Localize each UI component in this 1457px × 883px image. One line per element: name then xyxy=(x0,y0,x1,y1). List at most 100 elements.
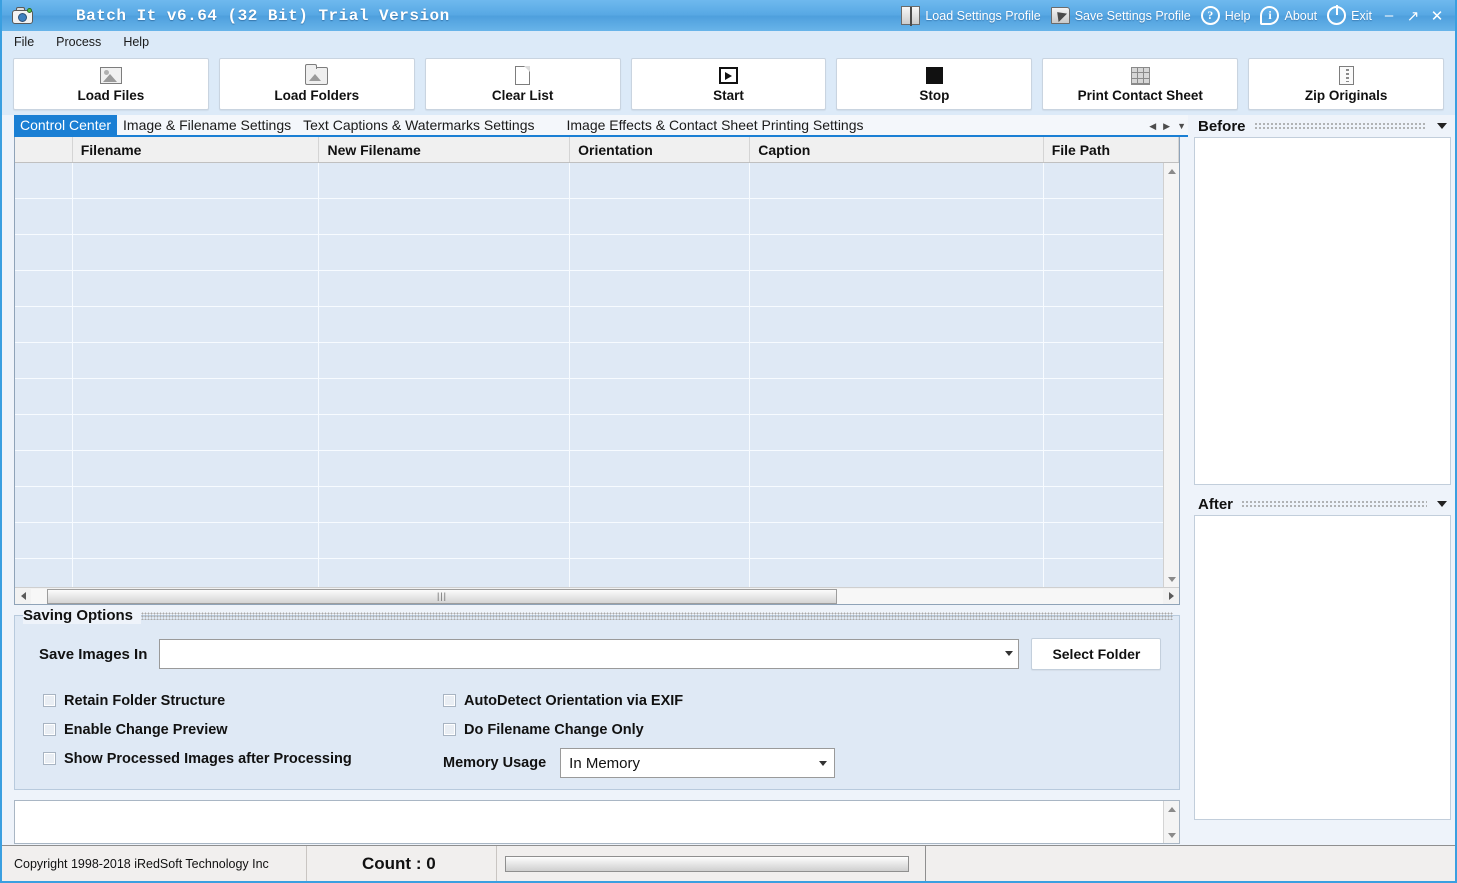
tab-next-icon[interactable]: ▶ xyxy=(1163,121,1170,132)
log-text-area[interactable] xyxy=(15,801,1163,843)
table-row[interactable] xyxy=(15,307,1179,343)
column-header-new-filename[interactable]: New Filename xyxy=(319,137,571,162)
about-label: About xyxy=(1284,8,1318,23)
saving-options-checkbox-area: Retain Folder Structure Enable Change Pr… xyxy=(15,670,1179,780)
chevron-down-icon[interactable] xyxy=(1437,501,1447,507)
start-label: Start xyxy=(713,87,744,103)
table-row[interactable] xyxy=(15,235,1179,271)
status-extra-panel xyxy=(925,846,1455,881)
menu-help[interactable]: Help xyxy=(123,35,149,49)
tab-text-captions-watermarks-settings[interactable]: Text Captions & Watermarks Settings xyxy=(297,115,540,135)
table-vertical-scrollbar[interactable] xyxy=(1163,163,1179,587)
table-row[interactable] xyxy=(15,487,1179,523)
checkbox-icon[interactable] xyxy=(43,752,56,765)
table-horizontal-scrollbar[interactable]: ||| xyxy=(15,587,1179,604)
memory-usage-value: In Memory xyxy=(569,754,641,772)
about-button[interactable]: i About xyxy=(1255,0,1322,31)
tab-list-menu-icon[interactable]: ▼ xyxy=(1177,121,1186,131)
scroll-left-icon[interactable] xyxy=(15,588,31,604)
save-settings-profile-button[interactable]: Save Settings Profile xyxy=(1046,0,1196,31)
load-folders-button[interactable]: Load Folders xyxy=(218,58,415,110)
save-settings-profile-label: Save Settings Profile xyxy=(1074,8,1191,23)
hscroll-thumb[interactable]: ||| xyxy=(47,588,837,604)
tab-image-effects-contact-sheet-printing-settings[interactable]: Image Effects & Contact Sheet Printing S… xyxy=(560,115,869,135)
close-button[interactable]: ✕ xyxy=(1425,0,1449,31)
select-folder-button[interactable]: Select Folder xyxy=(1031,638,1162,670)
table-row[interactable] xyxy=(15,451,1179,487)
load-settings-profile-button[interactable]: Load Settings Profile xyxy=(896,0,1045,31)
checkbox-autodetect-orientation-via-exif[interactable]: AutoDetect Orientation via EXIF xyxy=(443,686,1179,715)
scroll-up-icon[interactable] xyxy=(1164,801,1180,817)
scroll-right-icon[interactable] xyxy=(1163,588,1179,604)
zip-originals-label: Zip Originals xyxy=(1304,87,1388,103)
clear-list-button[interactable]: Clear List xyxy=(424,58,621,110)
table-row[interactable] xyxy=(15,523,1179,559)
maximize-button[interactable]: ↗ xyxy=(1401,0,1425,31)
scroll-up-icon[interactable] xyxy=(1164,163,1180,179)
checkbox-icon[interactable] xyxy=(443,694,456,707)
start-button[interactable]: Start xyxy=(630,58,827,110)
checkbox-do-filename-change-only[interactable]: Do Filename Change Only xyxy=(443,715,1179,744)
table-body[interactable] xyxy=(15,163,1179,587)
table-row[interactable] xyxy=(15,343,1179,379)
menu-file[interactable]: File xyxy=(14,35,34,49)
table-row[interactable] xyxy=(15,199,1179,235)
column-header-filename[interactable]: Filename xyxy=(73,137,320,162)
application-window: Batch It v6.64 (32 Bit) Trial Version Lo… xyxy=(0,0,1457,883)
checkbox-retain-folder-structure[interactable]: Retain Folder Structure xyxy=(43,686,443,715)
tab-prev-icon[interactable]: ◀ xyxy=(1149,121,1156,132)
save-images-in-combobox[interactable] xyxy=(159,639,1020,669)
checkbox-show-processed-images-after-processing[interactable]: Show Processed Images after Processing xyxy=(43,744,443,773)
title-bar: Batch It v6.64 (32 Bit) Trial Version Lo… xyxy=(2,0,1455,31)
hscroll-track[interactable]: ||| xyxy=(31,588,1163,604)
before-preview-image[interactable] xyxy=(1194,137,1451,485)
column-header-caption[interactable]: Caption xyxy=(750,137,1044,162)
stop-button[interactable]: Stop xyxy=(836,58,1033,110)
log-vertical-scrollbar[interactable] xyxy=(1163,801,1179,843)
title-bar-actions: Load Settings Profile Save Settings Prof… xyxy=(896,0,1449,31)
table-row[interactable] xyxy=(15,415,1179,451)
chevron-down-icon[interactable] xyxy=(1005,651,1014,656)
menu-process[interactable]: Process xyxy=(56,35,101,49)
chevron-down-icon[interactable] xyxy=(819,761,828,766)
after-label: After xyxy=(1198,495,1234,513)
save-images-in-label: Save Images In xyxy=(39,645,148,663)
table-row[interactable] xyxy=(15,379,1179,415)
checkbox-enable-change-preview[interactable]: Enable Change Preview xyxy=(43,715,443,744)
blank-document-icon xyxy=(515,66,531,85)
window-title: Batch It v6.64 (32 Bit) Trial Version xyxy=(76,6,450,25)
chevron-down-icon[interactable] xyxy=(1437,123,1447,129)
table-row[interactable] xyxy=(15,559,1179,587)
scroll-down-icon[interactable] xyxy=(1164,571,1180,587)
memory-usage-label: Memory Usage xyxy=(443,755,547,771)
save-images-in-row: Save Images In Select Folder xyxy=(15,616,1179,670)
column-header-file-path[interactable]: File Path xyxy=(1044,137,1179,162)
table-row[interactable] xyxy=(15,271,1179,307)
tab-nav-controls: ◀ ▶ ▼ xyxy=(1149,115,1186,137)
table-row[interactable] xyxy=(15,163,1179,199)
help-button[interactable]: ? Help xyxy=(1196,0,1256,31)
count-status: Count : 0 xyxy=(307,846,497,881)
print-contact-sheet-label: Print Contact Sheet xyxy=(1077,87,1203,103)
scroll-down-icon[interactable] xyxy=(1164,827,1180,843)
file-list-table: Filename New Filename Orientation Captio… xyxy=(14,137,1180,605)
load-files-button[interactable]: Load Files xyxy=(13,58,209,110)
checkbox-icon[interactable] xyxy=(43,723,56,736)
menu-bar: File Process Help xyxy=(2,31,1455,53)
table-header-row: Filename New Filename Orientation Captio… xyxy=(15,137,1179,163)
checkbox-label: Show Processed Images after Processing xyxy=(64,750,352,767)
column-header-orientation[interactable]: Orientation xyxy=(570,137,751,162)
preview-pane: Before After xyxy=(1192,115,1455,821)
memory-usage-select[interactable]: In Memory xyxy=(560,748,836,778)
checkbox-icon[interactable] xyxy=(443,723,456,736)
after-preview-image[interactable] xyxy=(1194,515,1451,820)
exit-button[interactable]: Exit xyxy=(1322,0,1377,31)
minimize-button[interactable]: – xyxy=(1377,0,1401,31)
load-profile-icon xyxy=(901,6,921,26)
checkbox-icon[interactable] xyxy=(43,694,56,707)
print-contact-sheet-button[interactable]: Print Contact Sheet xyxy=(1042,58,1239,110)
tab-image-filename-settings[interactable]: Image & Filename Settings xyxy=(117,115,297,135)
tab-control-center[interactable]: Control Center xyxy=(14,115,118,135)
zip-originals-button[interactable]: Zip Originals xyxy=(1248,58,1445,110)
column-header-index[interactable] xyxy=(15,137,73,162)
